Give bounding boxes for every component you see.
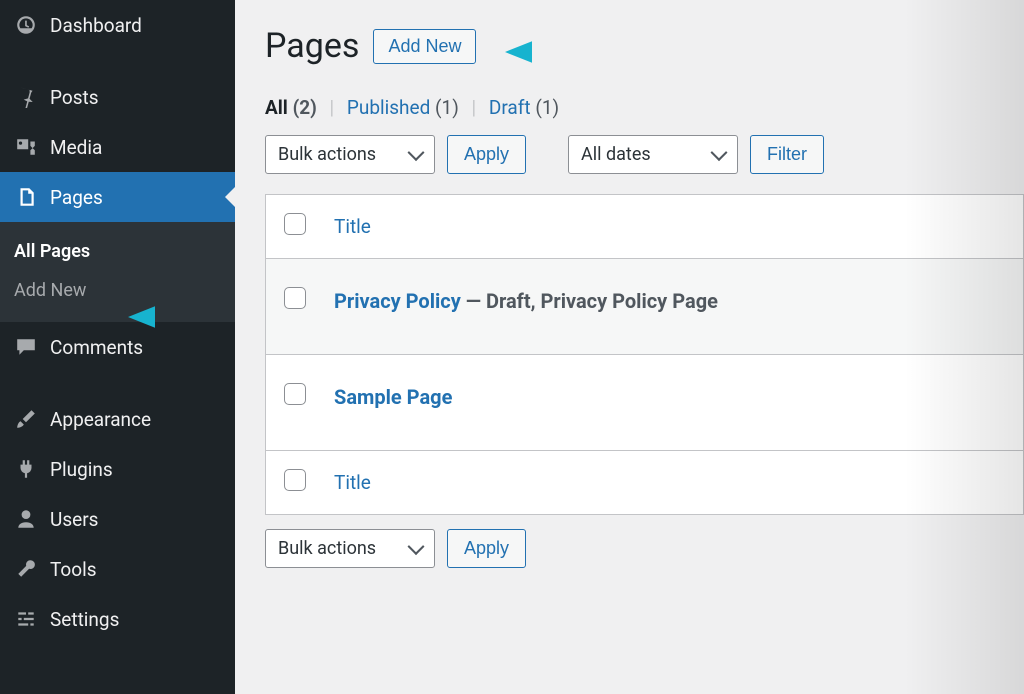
row-title-link[interactable]: Sample Page xyxy=(334,385,452,409)
bulk-actions-select[interactable]: Bulk actions xyxy=(265,135,435,174)
page-title: Pages xyxy=(265,26,359,66)
row-state: — Draft, Privacy Policy Page xyxy=(461,289,718,313)
sidebar-item-label: Tools xyxy=(50,558,97,581)
pages-icon xyxy=(14,185,38,209)
row-checkbox[interactable] xyxy=(284,287,306,309)
pin-icon xyxy=(14,85,38,109)
brush-icon xyxy=(14,407,38,431)
select-all-checkbox-bottom[interactable] xyxy=(284,469,306,491)
submenu-item-all-pages[interactable]: All Pages xyxy=(0,232,235,271)
sidebar-item-media[interactable]: Media xyxy=(0,122,235,172)
add-new-button[interactable]: Add New xyxy=(373,29,476,64)
sidebar-item-tools[interactable]: Tools xyxy=(0,544,235,594)
status-filter-bar: All (2) | Published (1) | Draft (1) xyxy=(265,96,1024,119)
sidebar-item-label: Users xyxy=(50,508,98,531)
sidebar-item-label: Media xyxy=(50,136,102,159)
filter-all[interactable]: All (2) xyxy=(265,96,317,119)
sidebar-item-pages[interactable]: Pages xyxy=(0,172,235,222)
apply-button-bottom[interactable]: Apply xyxy=(447,529,526,568)
admin-sidebar: Dashboard Posts Media Pages All Pages Ad… xyxy=(0,0,235,694)
sliders-icon xyxy=(14,607,38,631)
table-row: Sample Page xyxy=(266,355,1024,451)
sidebar-item-settings[interactable]: Settings xyxy=(0,594,235,644)
user-icon xyxy=(14,507,38,531)
dashboard-icon xyxy=(14,13,38,37)
sidebar-item-label: Settings xyxy=(50,608,119,631)
sidebar-item-label: Comments xyxy=(50,336,143,359)
select-all-checkbox[interactable] xyxy=(284,213,306,235)
pages-table: Title Privacy Policy — Draft, Privacy Po… xyxy=(265,194,1024,515)
main-content: Pages Add New All (2) | Published (1) | … xyxy=(235,0,1024,694)
sidebar-item-dashboard[interactable]: Dashboard xyxy=(0,0,235,50)
media-icon xyxy=(14,135,38,159)
column-title-bottom[interactable]: Title xyxy=(320,451,1024,515)
bulk-actions-select-bottom[interactable]: Bulk actions xyxy=(265,529,435,568)
submenu-item-add-new[interactable]: Add New xyxy=(0,271,235,310)
row-title-link[interactable]: Privacy Policy xyxy=(334,289,461,313)
filter-button[interactable]: Filter xyxy=(750,135,824,174)
table-row: Privacy Policy — Draft, Privacy Policy P… xyxy=(266,259,1024,355)
sidebar-item-plugins[interactable]: Plugins xyxy=(0,444,235,494)
wrench-icon xyxy=(14,557,38,581)
plug-icon xyxy=(14,457,38,481)
row-checkbox[interactable] xyxy=(284,383,306,405)
sidebar-item-posts[interactable]: Posts xyxy=(0,72,235,122)
tablenav-top: Bulk actions Apply All dates Filter xyxy=(265,135,1024,174)
sidebar-submenu-pages: All Pages Add New xyxy=(0,222,235,322)
comment-icon xyxy=(14,335,38,359)
filter-published[interactable]: Published (1) xyxy=(347,96,459,119)
sidebar-item-users[interactable]: Users xyxy=(0,494,235,544)
column-title[interactable]: Title xyxy=(320,195,1024,259)
sidebar-item-label: Appearance xyxy=(50,408,151,431)
filter-draft[interactable]: Draft (1) xyxy=(489,96,559,119)
sidebar-item-appearance[interactable]: Appearance xyxy=(0,394,235,444)
apply-button[interactable]: Apply xyxy=(447,135,526,174)
sidebar-item-label: Pages xyxy=(50,186,103,209)
tablenav-bottom: Bulk actions Apply xyxy=(265,529,1024,568)
sidebar-item-label: Posts xyxy=(50,86,99,109)
sidebar-item-label: Dashboard xyxy=(50,14,142,37)
date-filter-select[interactable]: All dates xyxy=(568,135,738,174)
sidebar-item-comments[interactable]: Comments xyxy=(0,322,235,372)
sidebar-item-label: Plugins xyxy=(50,458,113,481)
